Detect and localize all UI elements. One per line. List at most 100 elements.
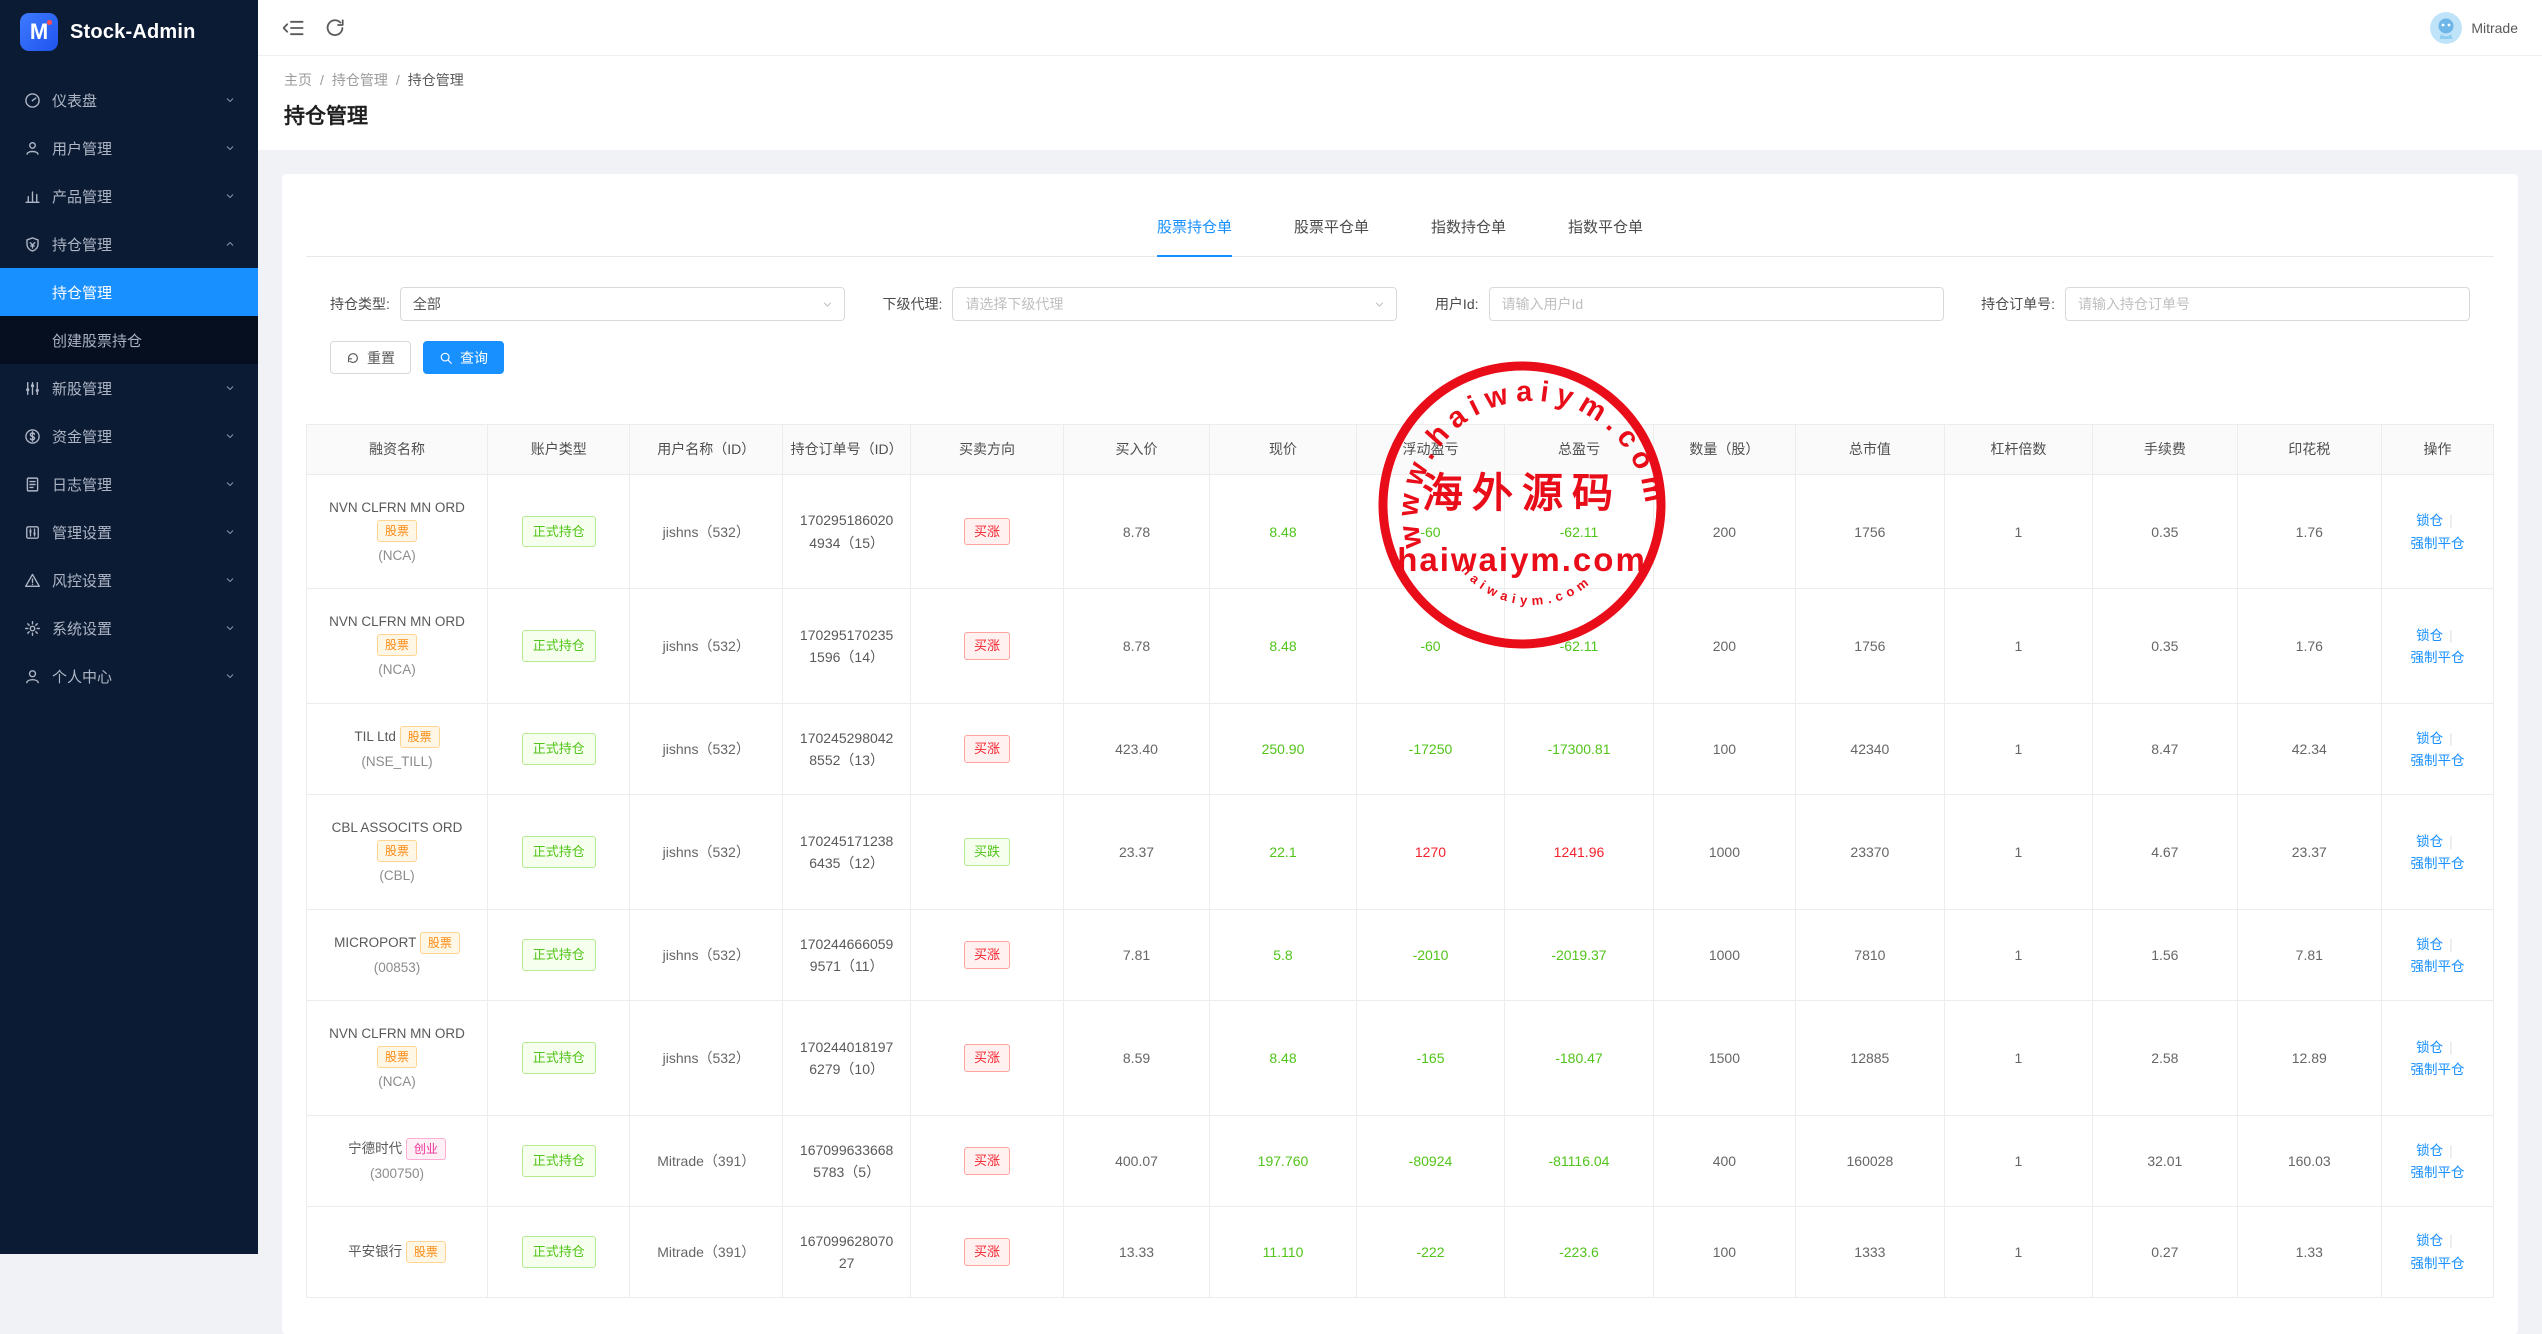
cell-current-price: 250.90 — [1210, 703, 1356, 795]
column-header: 买入价 — [1063, 425, 1209, 475]
cell-buy-price: 8.78 — [1063, 475, 1209, 589]
tab-股票平仓单[interactable]: 股票平仓单 — [1294, 216, 1369, 256]
lock-position-link[interactable]: 锁仓 — [2416, 1233, 2443, 1248]
sidebar-item-candles[interactable]: 新股管理 — [0, 364, 258, 412]
sidebar-subitem[interactable]: 持仓管理 — [0, 268, 258, 316]
sidebar-item-users[interactable]: 用户管理 — [0, 124, 258, 172]
filter-label: 持仓类型: — [330, 294, 390, 314]
breadcrumb-item[interactable]: 主页 — [284, 70, 312, 90]
sidebar-item-warning[interactable]: 风控设置 — [0, 556, 258, 604]
breadcrumb-separator: / — [320, 72, 324, 88]
lock-position-link[interactable]: 锁仓 — [2416, 731, 2443, 746]
agent-select[interactable]: 请选择下级代理 — [952, 287, 1397, 321]
market-tag: 股票 — [400, 726, 440, 748]
collapse-sidebar-icon[interactable] — [282, 17, 304, 39]
cell-order-no: 1702451712386435（12） — [783, 795, 911, 909]
cell-floating-pl: -60 — [1356, 589, 1505, 703]
column-header: 印花税 — [2237, 425, 2381, 475]
main-area: Mitrade 主页/持仓管理/持仓管理 持仓管理 股票持仓单股票平仓单指数持仓… — [258, 0, 2542, 1254]
cell-fee: 32.01 — [2093, 1115, 2237, 1207]
user-menu[interactable]: Mitrade — [2430, 12, 2518, 44]
column-header: 用户名称（ID） — [630, 425, 783, 475]
topbar: Mitrade — [258, 0, 2542, 56]
table-row: MICROPORT 股票(00853)正式持仓jishns（532）170244… — [307, 909, 2494, 1001]
cell-leverage: 1 — [1944, 475, 2093, 589]
lock-position-link[interactable]: 锁仓 — [2416, 513, 2443, 528]
cell-finance-name: TIL Ltd 股票(NSE_TILL) — [307, 703, 488, 795]
breadcrumb-item: 持仓管理 — [332, 70, 388, 90]
column-header: 杠杆倍数 — [1944, 425, 2093, 475]
sidebar-item-dashboard[interactable]: 仪表盘 — [0, 76, 258, 124]
tab-指数持仓单[interactable]: 指数持仓单 — [1431, 216, 1506, 256]
cell-finance-name: MICROPORT 股票(00853) — [307, 909, 488, 1001]
sidebar-item-chart[interactable]: 产品管理 — [0, 172, 258, 220]
lock-position-link[interactable]: 锁仓 — [2416, 1040, 2443, 1055]
reset-icon — [346, 351, 360, 365]
cell-user: jishns（532） — [630, 703, 783, 795]
sidebar-item-sliders[interactable]: 管理设置 — [0, 508, 258, 556]
chart-icon — [24, 188, 41, 205]
sidebar-item-document[interactable]: 日志管理 — [0, 460, 258, 508]
cell-user: jishns（532） — [630, 475, 783, 589]
query-button[interactable]: 查询 — [423, 341, 504, 374]
chevron-up-icon — [224, 238, 236, 250]
force-close-link[interactable]: 强制平仓 — [2411, 536, 2465, 551]
force-close-link[interactable]: 强制平仓 — [2411, 1256, 2465, 1271]
cell-finance-name: 宁德时代 创业(300750) — [307, 1115, 488, 1207]
cell-market-value: 1756 — [1796, 589, 1945, 703]
cell-leverage: 1 — [1944, 1001, 2093, 1115]
sidebar-item-gear[interactable]: 系统设置 — [0, 604, 258, 652]
market-tag: 股票 — [377, 634, 417, 656]
force-close-link[interactable]: 强制平仓 — [2411, 753, 2465, 768]
lock-position-link[interactable]: 锁仓 — [2416, 1143, 2443, 1158]
cell-market-value: 42340 — [1796, 703, 1945, 795]
force-close-link[interactable]: 强制平仓 — [2411, 856, 2465, 871]
force-close-link[interactable]: 强制平仓 — [2411, 1062, 2465, 1077]
cell-fee: 2.58 — [2093, 1001, 2237, 1115]
cell-quantity: 1000 — [1653, 909, 1795, 1001]
tab-股票持仓单[interactable]: 股票持仓单 — [1157, 216, 1232, 256]
breadcrumb-item: 持仓管理 — [408, 70, 464, 90]
force-close-link[interactable]: 强制平仓 — [2411, 959, 2465, 974]
reset-button[interactable]: 重置 — [330, 341, 411, 374]
force-close-link[interactable]: 强制平仓 — [2411, 1165, 2465, 1180]
cell-actions: 锁仓|强制平仓 — [2382, 1115, 2494, 1207]
cell-quantity: 100 — [1653, 1207, 1795, 1297]
sidebar: M Stock-Admin 仪表盘用户管理产品管理持仓管理持仓管理创建股票持仓新… — [0, 0, 258, 1254]
cell-user: Mitrade（391） — [630, 1207, 783, 1297]
column-header: 手续费 — [2093, 425, 2237, 475]
tabs: 股票持仓单 股票平仓单 指数持仓单 指数平仓单 — [306, 174, 2494, 257]
cell-actions: 锁仓|强制平仓 — [2382, 703, 2494, 795]
position-type-select[interactable]: 全部 — [400, 287, 845, 321]
chevron-down-icon — [821, 298, 834, 311]
warning-icon — [24, 572, 41, 589]
cell-actions: 锁仓|强制平仓 — [2382, 1001, 2494, 1115]
force-close-link[interactable]: 强制平仓 — [2411, 650, 2465, 665]
user-id-input[interactable] — [1489, 287, 1944, 321]
order-no-input[interactable] — [2065, 287, 2470, 321]
cell-floating-pl: -80924 — [1356, 1115, 1505, 1207]
filter-order-no: 持仓订单号: — [1981, 287, 2470, 321]
direction-tag: 买涨 — [964, 941, 1010, 969]
sidebar-item-dollar[interactable]: 资金管理 — [0, 412, 258, 460]
sidebar-item-user[interactable]: 个人中心 — [0, 652, 258, 700]
cell-market-value: 1756 — [1796, 475, 1945, 589]
sidebar-subitem[interactable]: 创建股票持仓 — [0, 316, 258, 364]
chevron-down-icon — [224, 430, 236, 442]
refresh-page-icon[interactable] — [324, 17, 346, 39]
cell-stamp-tax: 1.76 — [2237, 589, 2381, 703]
cell-order-no: 1702951860204934（15） — [783, 475, 911, 589]
users-icon — [24, 140, 41, 157]
cell-stamp-tax: 12.89 — [2237, 1001, 2381, 1115]
sidebar-item-shield[interactable]: 持仓管理 — [0, 220, 258, 268]
chevron-down-icon — [224, 382, 236, 394]
cell-order-no: 1702452980428552（13） — [783, 703, 911, 795]
lock-position-link[interactable]: 锁仓 — [2416, 937, 2443, 952]
lock-position-link[interactable]: 锁仓 — [2416, 628, 2443, 643]
cell-total-pl: -81116.04 — [1505, 1115, 1654, 1207]
breadcrumb-separator: / — [396, 72, 400, 88]
tab-指数平仓单[interactable]: 指数平仓单 — [1568, 216, 1643, 256]
document-icon — [24, 476, 41, 493]
lock-position-link[interactable]: 锁仓 — [2416, 834, 2443, 849]
cell-finance-name: 平安银行 股票 — [307, 1207, 488, 1297]
